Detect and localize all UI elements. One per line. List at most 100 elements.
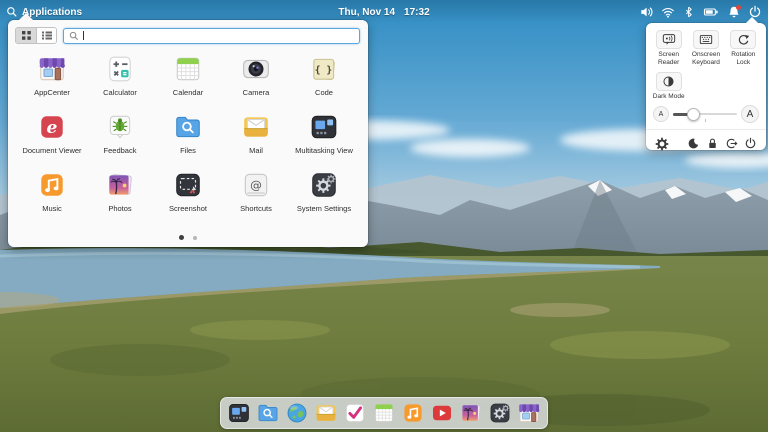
app-label: Music [42, 204, 62, 213]
app-label: Code [315, 88, 333, 97]
screen-reader-toggle[interactable]: Screen Reader [650, 30, 687, 67]
app-mail[interactable]: Mail [222, 112, 290, 170]
app-camera[interactable]: Camera [222, 54, 290, 112]
slider-handle[interactable] [687, 108, 701, 122]
applications-launcher: AppCenter Calculator Calendar Camera Cod… [8, 20, 368, 247]
quick-settings-panel: Screen Reader Onscreen Keyboard Rotation… [646, 23, 766, 151]
search-icon [7, 7, 17, 17]
text-cursor [83, 31, 84, 40]
onscreen-keyboard-toggle[interactable]: Onscreen Keyboard [687, 30, 724, 67]
app-feedback[interactable]: Feedback [86, 112, 154, 170]
screenshot-icon [173, 170, 203, 200]
app-search-input[interactable] [63, 27, 360, 44]
dock-item-appcenter[interactable] [517, 401, 541, 425]
system-tray [639, 0, 762, 24]
app-appcenter[interactable]: AppCenter [18, 54, 86, 112]
launcher-pointer [18, 13, 34, 21]
panel-time: 17:32 [404, 6, 430, 18]
shutdown-button[interactable] [741, 134, 760, 153]
music-icon [37, 170, 67, 200]
panel-date: Thu, Nov 14 [338, 6, 396, 18]
app-screenshot[interactable]: Screenshot [154, 170, 222, 228]
shortcuts-icon [241, 170, 271, 200]
app-label: Files [180, 146, 196, 155]
appcenter-icon [37, 54, 67, 84]
bluetooth-icon[interactable] [681, 5, 696, 20]
dock-item-files[interactable] [256, 401, 280, 425]
camera-icon [241, 54, 271, 84]
datetime-indicator[interactable]: Thu, Nov 14 17:32 [338, 7, 429, 18]
toggle-label: Screen Reader [657, 51, 680, 66]
battery-icon[interactable] [702, 5, 720, 20]
app-files[interactable]: Files [154, 112, 222, 170]
app-system-settings[interactable]: System Settings [290, 170, 358, 228]
text-larger-button[interactable]: A [741, 105, 759, 124]
calculator-icon [105, 54, 135, 84]
app-label: Calculator [103, 88, 137, 97]
keyboard-icon [699, 34, 713, 45]
dock-item-tasks[interactable] [343, 401, 367, 425]
grid-view-icon [21, 31, 31, 40]
dock-item-videos[interactable] [430, 401, 454, 425]
lock-button[interactable] [703, 134, 722, 153]
text-size-row: A A [646, 100, 766, 125]
suspend-button[interactable] [684, 134, 703, 153]
toggle-label: Dark Mode [652, 92, 685, 100]
toggle-label: Onscreen Keyboard [691, 51, 721, 66]
settings-button[interactable] [652, 134, 671, 153]
dock-item-mail[interactable] [314, 401, 338, 425]
wifi-icon[interactable] [660, 5, 675, 20]
app-shortcuts[interactable]: Shortcuts [222, 170, 290, 228]
dock-item-system-settings[interactable] [488, 401, 512, 425]
photos-icon [105, 170, 135, 200]
files-icon [173, 112, 203, 142]
app-label: Camera [242, 88, 270, 97]
app-label: Mail [249, 146, 263, 155]
app-document-viewer[interactable]: Document Viewer [18, 112, 86, 170]
search-icon [69, 31, 78, 40]
text-smaller-button[interactable]: A [653, 106, 669, 123]
moon-icon [688, 139, 699, 149]
rotation-lock-toggle[interactable]: Rotation Lock [725, 30, 762, 67]
dock-item-music[interactable] [401, 401, 425, 425]
app-grid: AppCenter Calculator Calendar Camera Cod… [8, 48, 368, 228]
quick-settings-pointer [745, 17, 759, 24]
app-calendar[interactable]: Calendar [154, 54, 222, 112]
logout-button[interactable] [722, 134, 741, 153]
desktop: { } e [0, 0, 768, 432]
page-dot-1[interactable] [179, 235, 184, 240]
app-photos[interactable]: Photos [86, 170, 154, 228]
volume-icon[interactable] [639, 5, 654, 20]
app-multitasking-view[interactable]: Multitasking View [290, 112, 358, 170]
dock-item-web[interactable] [285, 401, 309, 425]
category-view-icon [41, 31, 52, 40]
text-size-slider[interactable] [673, 107, 737, 123]
view-toggle-group [15, 27, 57, 44]
notifications-icon[interactable] [726, 4, 741, 20]
app-label: Document Viewer [22, 146, 82, 155]
system-settings-icon [309, 170, 339, 200]
dark-mode-toggle[interactable]: Dark Mode [650, 71, 687, 101]
multitasking-view-icon [309, 112, 339, 142]
app-label: AppCenter [34, 88, 70, 97]
notification-badge [736, 4, 741, 10]
app-music[interactable]: Music [18, 170, 86, 228]
dock-item-calendar[interactable] [372, 401, 396, 425]
category-view-button[interactable] [36, 28, 56, 43]
session-actions [646, 130, 766, 157]
dark-mode-icon [663, 76, 674, 87]
app-label: System Settings [296, 204, 352, 213]
app-code[interactable]: Code [290, 54, 358, 112]
app-label: Shortcuts [240, 204, 272, 213]
grid-view-button[interactable] [16, 28, 36, 43]
document-viewer-icon [37, 112, 67, 142]
page-dot-2[interactable] [193, 235, 197, 240]
screen-reader-icon [662, 34, 675, 45]
calendar-icon [173, 54, 203, 84]
toggle-label: Rotation Lock [731, 51, 756, 66]
dock-item-multitasking-view[interactable] [227, 401, 251, 425]
dock [220, 397, 548, 429]
dock-item-photos[interactable] [459, 401, 483, 425]
app-calculator[interactable]: Calculator [86, 54, 154, 112]
app-label: Calendar [172, 88, 204, 97]
